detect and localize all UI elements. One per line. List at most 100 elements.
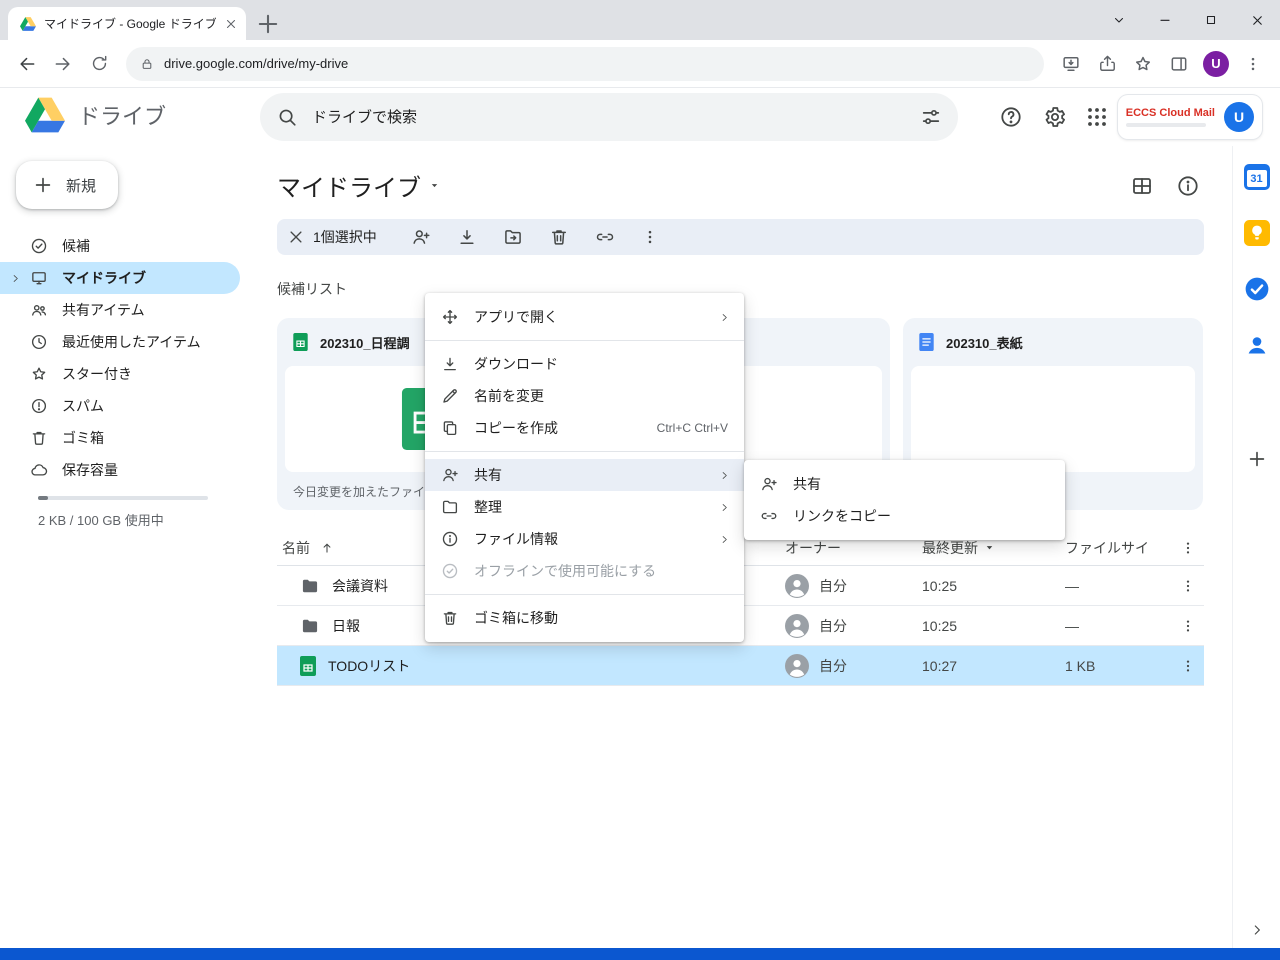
menu-item-label: ダウンロード [474,354,730,374]
help-icon[interactable] [999,105,1023,129]
drive-header: ドライブ ECCS Cloud Mail U [0,89,1280,146]
panel-collapse-icon[interactable] [1249,922,1265,938]
card-thumbnail [911,366,1195,472]
menu-item-rename[interactable]: 名前を変更 [425,380,744,412]
header-size: ファイルサイ [1065,538,1165,558]
reload-button[interactable] [82,47,116,81]
add-app-icon[interactable] [1246,448,1268,470]
sidebar-item-suggestions[interactable]: 候補 [0,230,240,262]
tasks-icon[interactable] [1244,276,1270,302]
search-options-icon[interactable] [920,106,942,128]
copy-link-icon [760,507,778,525]
sidebar-item-spam[interactable]: スパム [0,390,240,422]
url-text: drive.google.com/drive/my-drive [164,56,348,71]
menu-item-open-with[interactable]: アプリで開く [425,301,744,333]
share-user-add-icon [760,475,778,493]
copy-icon [441,419,459,437]
info-icon[interactable] [1176,174,1200,198]
trash-icon [30,429,48,447]
file-row-selected[interactable]: TODOリスト 自分 10:27 1 KB [277,646,1204,686]
clear-selection-icon[interactable] [287,228,305,246]
sheets-file-icon [300,656,316,676]
settings-gear-icon[interactable] [1043,105,1067,129]
calendar-icon[interactable]: 31 [1244,164,1270,190]
cell-owner: 自分 [785,614,922,638]
install-icon[interactable] [1054,47,1088,81]
header-more-icon[interactable] [1180,540,1196,556]
url-bar[interactable]: drive.google.com/drive/my-drive [126,47,1044,81]
cell-owner: 自分 [785,574,922,598]
card-file-name: 202310_表紙 [946,333,1023,352]
grid-view-icon[interactable] [1130,174,1154,198]
menu-item-label: 共有 [793,474,1051,494]
share-submenu: 共有 リンクをコピー [744,460,1065,540]
share-user-add-icon [441,466,459,484]
menu-item-organize[interactable]: 整理 [425,491,744,523]
move-to-folder-icon[interactable] [503,227,523,247]
tab-close-icon[interactable] [224,17,238,31]
my-drive-icon [30,269,48,287]
account-badge[interactable]: ECCS Cloud Mail U [1118,95,1262,139]
folder-icon [300,576,320,596]
more-actions-icon[interactable] [641,228,659,246]
cell-modified: 10:27 [922,658,1065,674]
menu-item-share[interactable]: 共有 [425,459,744,491]
submenu-item-copy-link[interactable]: リンクをコピー [744,500,1065,532]
sidebar-item-label: スター付き [62,364,132,384]
trash-icon[interactable] [549,227,569,247]
page-title-menu[interactable]: マイドライブ [277,168,441,203]
menu-item-label: リンクをコピー [793,506,1051,526]
sidebar-item-starred[interactable]: スター付き [0,358,240,390]
storage-progress-bar [38,496,208,500]
organize-folder-icon [441,498,459,516]
copy-link-icon[interactable] [595,227,615,247]
browser-menu-icon[interactable] [1236,47,1270,81]
browser-profile-avatar[interactable]: U [1203,51,1229,77]
new-button[interactable]: 新規 [16,161,118,209]
menu-item-make-copy[interactable]: コピーを作成 Ctrl+C Ctrl+V [425,412,744,444]
sidebar-item-label: マイドライブ [62,268,146,288]
forward-button[interactable] [46,47,80,81]
window-close-button[interactable] [1234,0,1280,40]
drive-logo[interactable]: ドライブ [25,97,166,133]
shared-people-icon [30,301,48,319]
window-maximize-button[interactable] [1188,0,1234,40]
row-more-icon[interactable] [1180,658,1196,674]
share-user-add-icon[interactable] [411,227,431,247]
header-size-label: ファイルサイ [1065,540,1149,556]
row-more-icon[interactable] [1180,578,1196,594]
sidebar-item-storage[interactable]: 保存容量 [0,454,240,486]
apps-grid-icon[interactable] [1085,105,1109,129]
sidebar-item-my-drive[interactable]: マイドライブ [0,262,240,294]
search-icon[interactable] [276,106,298,128]
expand-caret-icon[interactable] [10,273,21,284]
row-more-icon[interactable] [1180,618,1196,634]
submenu-item-share[interactable]: 共有 [744,468,1065,500]
menu-item-download[interactable]: ダウンロード [425,348,744,380]
bookmark-star-icon[interactable] [1126,47,1160,81]
search-input[interactable] [312,109,906,126]
contacts-icon[interactable] [1244,332,1270,358]
owner-avatar [785,654,809,678]
back-button[interactable] [10,47,44,81]
side-panel-icon[interactable] [1162,47,1196,81]
tab-search-icon[interactable] [1096,0,1142,40]
menu-item-move-to-trash[interactable]: ゴミ箱に移動 [425,602,744,634]
keep-icon[interactable] [1244,220,1270,246]
new-tab-icon[interactable] [254,10,282,38]
window-minimize-button[interactable] [1142,0,1188,40]
account-avatar[interactable]: U [1224,102,1254,132]
menu-item-file-info[interactable]: ファイル情報 [425,523,744,555]
screen: マイドライブ - Google ドライブ drive.google.com/dr… [0,0,1280,960]
sidebar-item-label: 保存容量 [62,460,118,480]
sidebar-item-recent[interactable]: 最近使用したアイテム [0,326,240,358]
download-icon[interactable] [457,227,477,247]
star-icon [30,365,48,383]
sidebar-item-trash[interactable]: ゴミ箱 [0,422,240,454]
sidebar-item-shared[interactable]: 共有アイテム [0,294,240,326]
browser-navbar: drive.google.com/drive/my-drive U [0,40,1280,88]
share-page-icon[interactable] [1090,47,1124,81]
browser-tab[interactable]: マイドライブ - Google ドライブ [8,7,246,40]
search-bar[interactable] [260,93,958,141]
header-modified[interactable]: 最終更新 [922,538,1065,558]
